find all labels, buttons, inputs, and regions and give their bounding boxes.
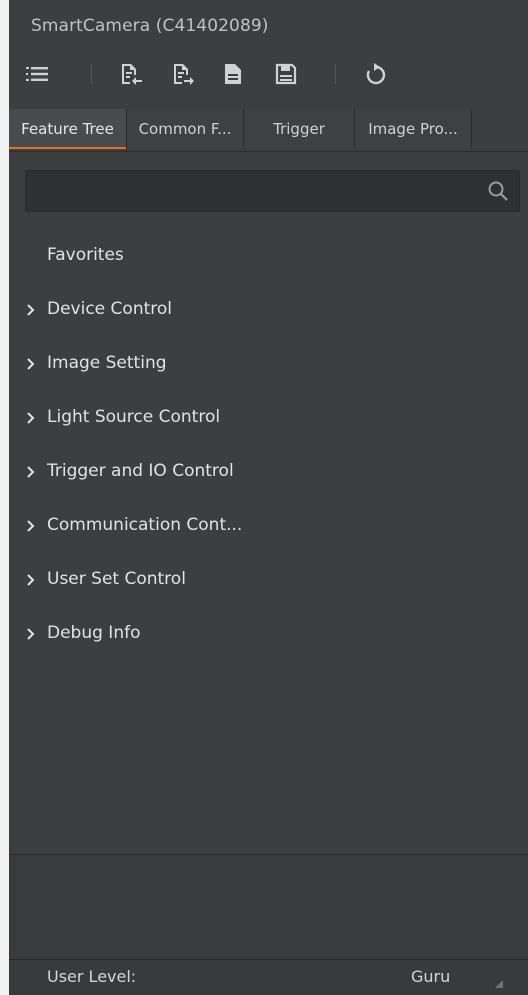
chevron-right-icon[interactable] <box>26 573 36 587</box>
tab-label: Common F... <box>138 120 232 138</box>
search-input[interactable] <box>36 179 470 205</box>
left-edge-strip <box>0 0 9 995</box>
tree-item-label: Image Setting <box>47 353 167 373</box>
user-level-label: User Level: <box>47 967 137 986</box>
tree-item-label: Trigger and IO Control <box>47 461 234 481</box>
description-area <box>9 855 528 960</box>
document-icon[interactable] <box>221 62 245 86</box>
tabs-divider <box>9 151 528 152</box>
search-box <box>25 170 520 212</box>
chevron-right-icon[interactable] <box>26 519 36 533</box>
tab-image-processing[interactable]: Image Pro... <box>355 109 472 149</box>
refresh-icon[interactable] <box>364 62 388 86</box>
tree-item-label: Communication Cont... <box>47 515 243 535</box>
toolbar <box>9 54 528 96</box>
tree-view-icon[interactable] <box>25 62 49 86</box>
tab-label: Feature Tree <box>21 120 114 138</box>
toolbar-separator <box>91 64 92 84</box>
tree-item-label: Debug Info <box>47 623 141 643</box>
tab-trigger[interactable]: Trigger <box>244 109 355 149</box>
tree-item-favorites[interactable]: Favorites <box>9 230 528 284</box>
save-icon[interactable] <box>274 62 298 86</box>
tab-feature-tree[interactable]: Feature Tree <box>9 109 127 149</box>
user-level-select[interactable]: Guru <box>411 967 450 986</box>
tab-common-features[interactable]: Common F... <box>127 109 244 149</box>
chevron-right-icon[interactable] <box>26 357 36 371</box>
active-tab-indicator <box>9 147 126 149</box>
tree-item-label: Favorites <box>47 245 124 265</box>
status-bar: User Level: Guru <box>9 960 528 995</box>
tree-item-label: Light Source Control <box>47 407 221 427</box>
tree-item-trigger-io-control[interactable]: Trigger and IO Control <box>9 446 528 500</box>
tab-label: Trigger <box>273 120 325 138</box>
tree-item-light-source-control[interactable]: Light Source Control <box>9 392 528 446</box>
tree-item-device-control[interactable]: Device Control <box>9 284 528 338</box>
chevron-right-icon[interactable] <box>26 303 36 317</box>
tree-item-image-setting[interactable]: Image Setting <box>9 338 528 392</box>
chevron-right-icon[interactable] <box>26 411 36 425</box>
import-icon[interactable] <box>119 62 143 86</box>
tab-bar: Feature Tree Common F... Trigger Image P… <box>9 109 528 151</box>
feature-tree: Favorites Device Control Image Setting L… <box>9 230 528 662</box>
tree-item-communication-control[interactable]: Communication Cont... <box>9 500 528 554</box>
search-icon[interactable] <box>487 180 509 202</box>
chevron-right-icon[interactable] <box>26 465 36 479</box>
tree-item-label: User Set Control <box>47 569 186 589</box>
tree-item-user-set-control[interactable]: User Set Control <box>9 554 528 608</box>
export-icon[interactable] <box>171 62 195 86</box>
tree-item-label: Device Control <box>47 299 172 319</box>
tree-item-debug-info[interactable]: Debug Info <box>9 608 528 662</box>
window-title: SmartCamera (C41402089) <box>31 16 269 36</box>
dropdown-arrow-icon[interactable] <box>495 980 503 988</box>
toolbar-separator <box>335 64 336 84</box>
tab-label: Image Pro... <box>368 120 458 138</box>
chevron-right-icon[interactable] <box>26 627 36 641</box>
feature-panel: SmartCamera (C41402089) Feature Tree Com… <box>9 0 528 995</box>
